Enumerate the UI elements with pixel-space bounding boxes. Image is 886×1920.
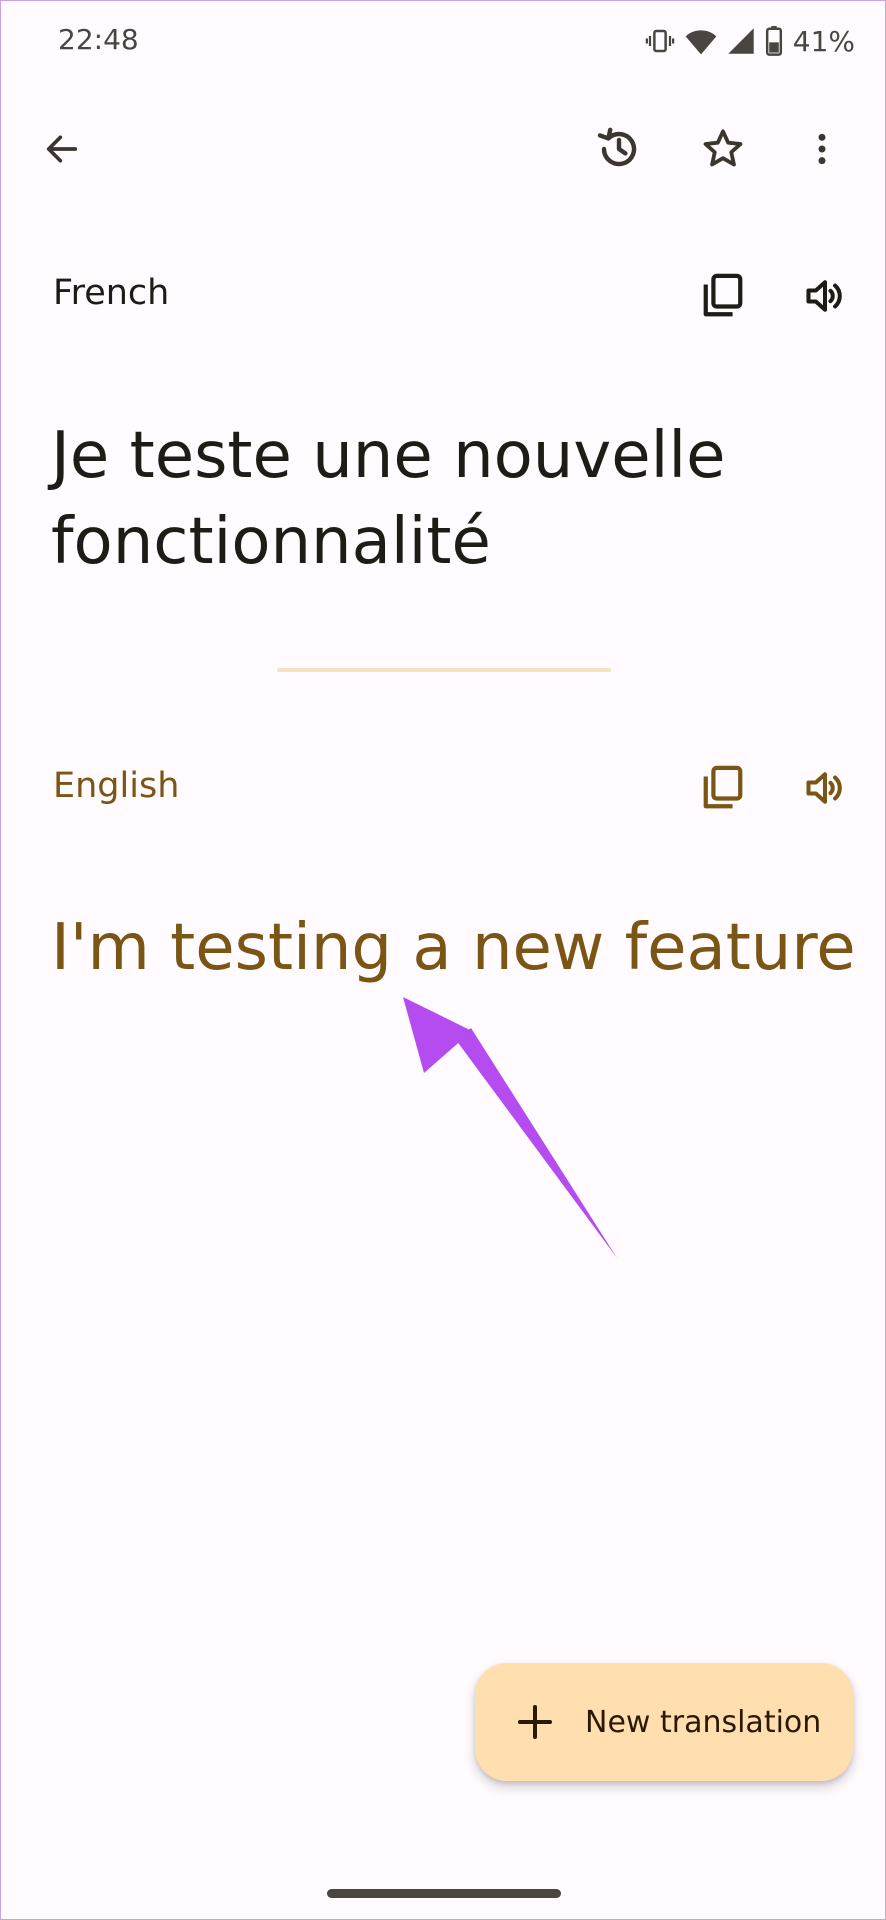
battery-percent: 41% — [792, 24, 855, 58]
target-listen-button[interactable] — [793, 756, 857, 820]
section-divider — [277, 668, 611, 672]
source-listen-button[interactable] — [793, 264, 857, 328]
vibrate-icon — [645, 26, 675, 56]
translated-text[interactable]: I'm testing a new feature — [51, 905, 871, 991]
history-icon — [595, 125, 643, 173]
source-text[interactable]: Je teste une nouvelle fonctionnalité — [51, 413, 841, 585]
copy-icon — [701, 765, 745, 811]
signal-icon — [727, 26, 755, 56]
speaker-icon — [803, 766, 847, 810]
plus-icon — [513, 1700, 557, 1744]
favorite-button[interactable] — [691, 117, 755, 181]
more-vert-icon — [802, 129, 842, 169]
new-translation-label: New translation — [585, 1704, 822, 1740]
wifi-icon — [685, 26, 717, 56]
status-time: 22:48 — [58, 23, 139, 56]
target-language-label[interactable]: English — [53, 766, 179, 806]
history-button[interactable] — [587, 117, 651, 181]
translation-screen: 22:48 41% French Je teste une nouvelle f… — [0, 0, 886, 1920]
back-arrow-icon — [42, 129, 82, 169]
star-icon — [700, 126, 746, 172]
new-translation-button[interactable]: New translation — [475, 1663, 853, 1781]
more-options-button[interactable] — [790, 117, 854, 181]
battery-icon — [765, 26, 783, 56]
back-button[interactable] — [30, 117, 94, 181]
target-copy-button[interactable] — [691, 756, 755, 820]
speaker-icon — [803, 274, 847, 318]
source-copy-button[interactable] — [691, 264, 755, 328]
source-language-label[interactable]: French — [53, 273, 169, 313]
status-bar: 22:48 41% — [1, 1, 885, 81]
copy-icon — [701, 273, 745, 319]
gesture-navigation-bar[interactable] — [327, 1889, 561, 1898]
status-icons: 41% — [645, 23, 855, 59]
